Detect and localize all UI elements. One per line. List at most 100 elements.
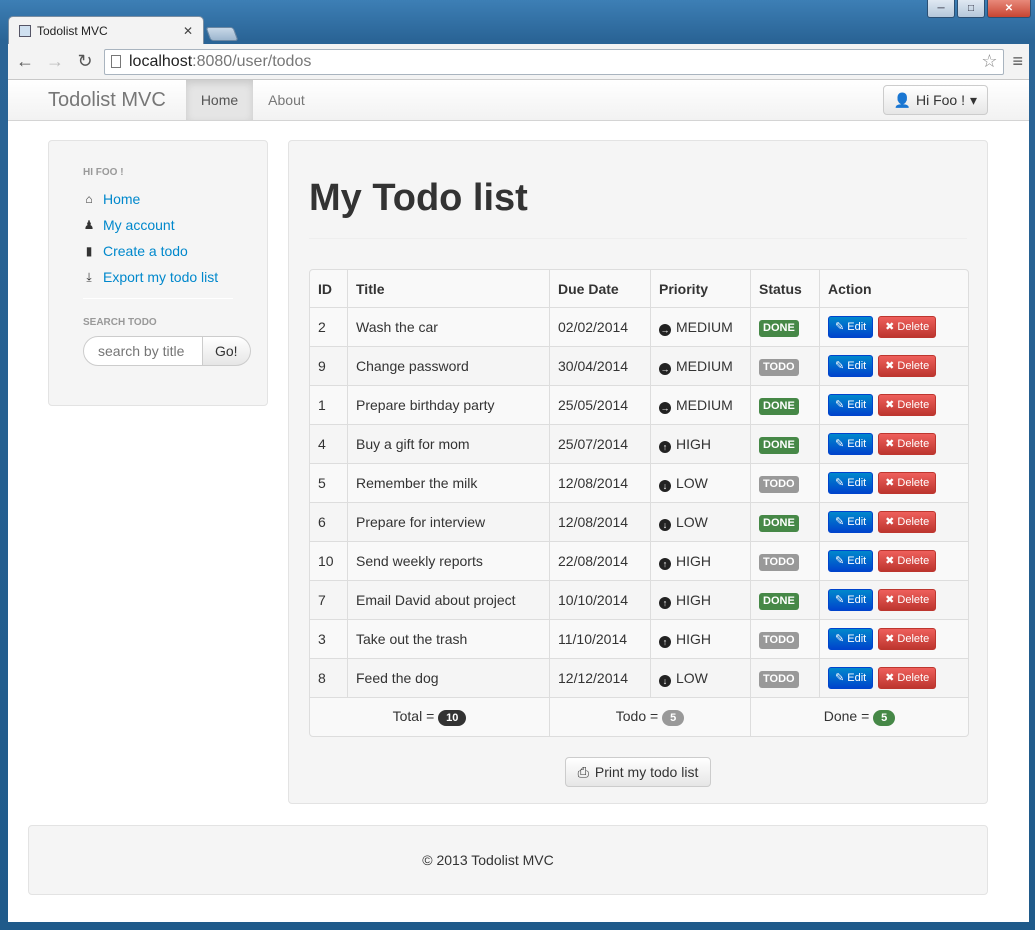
done-cell: Done = 5 [750,697,968,736]
nav-item-about[interactable]: About [253,80,320,120]
search-go-button[interactable]: Go! [203,336,251,366]
edit-button[interactable]: ✎ Edit [828,316,874,338]
favicon-icon [19,24,31,37]
edit-label: Edit [847,672,867,684]
sidebar-item-my-account[interactable]: ♟ My account [83,212,233,238]
todo-id: 1 [310,385,347,424]
column-header: Due Date [549,270,650,307]
todo-actions: ✎ Edit ✖ Delete [819,580,968,619]
new-tab-button[interactable] [205,27,239,41]
todo-title: Send weekly reports [347,541,549,580]
todo-status: DONE [750,502,819,541]
top-navbar: Todolist MVC Home About 👤 Hi Foo ! ▾ [8,80,1029,121]
print-button[interactable]: ⎙ Print my todo list [564,757,712,787]
search-input[interactable] [83,336,203,366]
table-row: 2 Wash the car 02/02/2014 → MEDIUM DONE ✎ Edit… [310,307,968,346]
edit-button[interactable]: ✎ Edit [828,394,874,416]
status-badge: TODO [759,553,799,571]
delete-button[interactable]: ✖ Delete [878,316,937,338]
priority-label: LOW [676,474,708,491]
table-row: 3 Take out the trash 11/10/2014 ↑ HIGH TODO ✎ … [310,619,968,658]
edit-button[interactable]: ✎ Edit [828,355,874,377]
todo-id: 3 [310,619,347,658]
todo-priority: ↑ HIGH [650,580,750,619]
priority-label: MEDIUM [676,357,733,374]
status-badge: TODO [759,358,799,376]
delete-icon: ✖ [885,360,898,372]
edit-button[interactable]: ✎ Edit [828,433,874,455]
column-header: Priority [650,270,750,307]
todo-due-date: 30/04/2014 [549,346,650,385]
edit-button[interactable]: ✎ Edit [828,628,874,650]
maximize-icon[interactable]: □ [957,0,985,18]
edit-button[interactable]: ✎ Edit [828,511,874,533]
sidebar-item-label: Export my todo list [103,269,219,285]
bookmark-star-icon[interactable]: ☆ [981,51,997,72]
forward-icon[interactable]: → [44,51,66,72]
edit-label: Edit [847,633,867,645]
download-icon: ⤓ [86,269,92,284]
delete-button[interactable]: ✖ Delete [878,589,937,611]
todo-priority: ↓ LOW [650,658,750,697]
todo-due-date: 11/10/2014 [549,619,650,658]
sidebar-item-home[interactable]: ⌂ Home [83,186,233,212]
todo-actions: ✎ Edit ✖ Delete [819,541,968,580]
edit-button[interactable]: ✎ Edit [828,472,874,494]
delete-button[interactable]: ✖ Delete [878,472,937,494]
edit-icon: ✎ [835,672,848,684]
url-text[interactable]: localhost:8080/user/todos [129,53,973,71]
delete-icon: ✖ [885,516,898,528]
delete-button[interactable]: ✖ Delete [878,433,937,455]
todo-title: Remember the milk [347,463,549,502]
edit-label: Edit [847,438,867,450]
arrow-right-icon: → [659,362,671,375]
browser-tab[interactable]: Todolist MVC ✕ [8,16,204,44]
table-row: 4 Buy a gift for mom 25/07/2014 ↑ HIGH DONE ✎ … [310,424,968,463]
delete-button[interactable]: ✖ Delete [878,550,937,572]
todo-status: TODO [750,619,819,658]
todo-actions: ✎ Edit ✖ Delete [819,619,968,658]
delete-button[interactable]: ✖ Delete [878,511,937,533]
close-window-icon[interactable]: ✕ [987,0,1031,18]
nav-item-home[interactable]: Home [185,80,254,120]
todo-due-date: 02/02/2014 [549,307,650,346]
table-header-row: ID Title Due Date Priority Status Action [310,270,968,307]
browser-menu-icon[interactable]: ≡ [1012,51,1023,72]
tab-strip: Todolist MVC ✕ [8,16,239,44]
delete-button[interactable]: ✖ Delete [878,628,937,650]
arrow-up-icon: ↑ [659,557,671,570]
edit-label: Edit [847,360,867,372]
sidebar-item-export[interactable]: ⤓ Export my todo list [83,264,233,290]
edit-icon: ✎ [835,594,848,606]
delete-label: Delete [897,672,930,684]
edit-button[interactable]: ✎ Edit [828,589,874,611]
todo-due-date: 12/12/2014 [549,658,650,697]
priority-label: MEDIUM [676,318,733,335]
brand-link[interactable]: Todolist MVC [8,80,186,120]
sidebar-item-label: Create a todo [103,243,188,259]
status-badge: DONE [759,514,799,532]
status-badge: TODO [759,475,799,493]
delete-button[interactable]: ✖ Delete [878,394,937,416]
back-icon[interactable]: ← [14,51,36,72]
todo-actions: ✎ Edit ✖ Delete [819,307,968,346]
todo-cell: Todo = 5 [549,697,750,736]
edit-button[interactable]: ✎ Edit [828,667,874,689]
sidebar-item-create-todo[interactable]: ▮ Create a todo [83,238,233,264]
todo-title: Change password [347,346,549,385]
address-bar[interactable]: localhost:8080/user/todos ☆ [104,48,1005,75]
arrow-right-icon: → [659,401,671,414]
user-menu-button[interactable]: 👤 Hi Foo ! ▾ [882,85,988,115]
edit-button[interactable]: ✎ Edit [828,550,874,572]
todo-status: TODO [750,541,819,580]
search-form: Go! [83,336,251,366]
edit-icon: ✎ [835,477,848,489]
reload-icon[interactable]: ↻ [74,51,96,72]
delete-button[interactable]: ✖ Delete [878,667,937,689]
delete-label: Delete [897,477,930,489]
minimize-icon[interactable]: ─ [927,0,955,18]
tab-close-icon[interactable]: ✕ [183,24,193,38]
delete-button[interactable]: ✖ Delete [878,355,937,377]
arrow-right-icon: → [659,323,671,336]
print-label: Print my todo list [594,764,699,780]
